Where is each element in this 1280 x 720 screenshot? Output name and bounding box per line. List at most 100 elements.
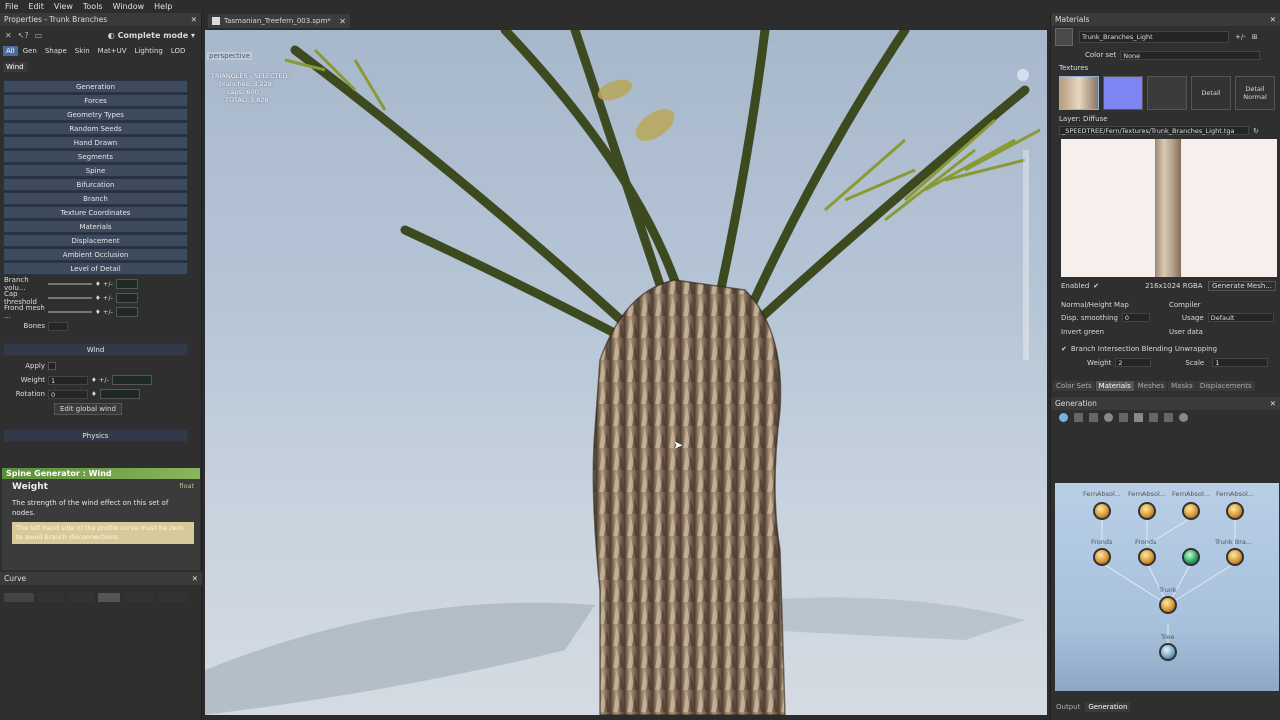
3d-viewport[interactable]: perspective TRIANGLES - SELECTED branche… xyxy=(205,30,1047,715)
curve-tool-icon[interactable] xyxy=(124,593,154,602)
section-branch[interactable]: Branch xyxy=(3,192,188,205)
scale-field[interactable]: 1 xyxy=(1212,358,1269,367)
branch-blend-checkbox[interactable]: ✔ xyxy=(1061,345,1067,353)
disp-smoothing-field[interactable]: 0 xyxy=(1121,313,1150,322)
enabled-checkbox[interactable]: ✔ xyxy=(1093,282,1099,290)
weight-curve[interactable] xyxy=(111,375,152,385)
tab-close-icon[interactable]: ✕ xyxy=(339,17,346,26)
fronds-node[interactable] xyxy=(1093,548,1111,566)
menu-window[interactable]: Window xyxy=(113,2,145,11)
section-hand-drawn[interactable]: Hand Drawn xyxy=(3,136,188,149)
document-tab[interactable]: Tasmanian_Treefern_003.spm* ✕ xyxy=(208,14,350,28)
curve-preview[interactable] xyxy=(115,307,138,317)
material-name-select[interactable]: Trunk_Branches_Light xyxy=(1079,31,1229,43)
tab-materials[interactable]: Materials xyxy=(1095,381,1134,391)
menu-tools[interactable]: Tools xyxy=(83,2,103,11)
generator-node[interactable] xyxy=(1226,502,1244,520)
materials-close-icon[interactable]: ✕ xyxy=(1270,15,1276,24)
curve-tool-icon[interactable] xyxy=(68,593,94,602)
gen-tool-icon[interactable] xyxy=(1164,413,1173,422)
collapse-icon[interactable]: ▭ xyxy=(35,31,43,40)
section-generation[interactable]: Generation xyxy=(3,80,188,93)
generator-node[interactable] xyxy=(1182,502,1200,520)
generation-close-icon[interactable]: ✕ xyxy=(1270,399,1276,408)
gen-tool-icon[interactable] xyxy=(1059,413,1068,422)
diffuse-texture-slot[interactable] xyxy=(1059,76,1099,110)
section-forces[interactable]: Forces xyxy=(3,94,188,107)
generator-node[interactable] xyxy=(1138,502,1156,520)
usage-select[interactable]: Default xyxy=(1207,313,1274,322)
wind-header[interactable]: Wind xyxy=(3,343,188,356)
curve-tool-icon[interactable] xyxy=(4,593,34,602)
physics-header[interactable]: Physics xyxy=(3,429,188,442)
tab-all[interactable]: All xyxy=(3,46,18,56)
tab-gen[interactable]: Gen xyxy=(20,46,40,56)
gen-tool-icon[interactable] xyxy=(1104,413,1113,422)
apply-checkbox[interactable] xyxy=(48,362,56,370)
rotation-curve[interactable] xyxy=(99,389,140,399)
texture-path-field[interactable]: _SPEEDTREE/Fern/Textures/Trunk_Branches_… xyxy=(1059,126,1249,135)
gen-tool-icon[interactable] xyxy=(1074,413,1083,422)
weight-field[interactable]: 1 xyxy=(48,375,88,385)
curve-preview[interactable] xyxy=(115,293,138,303)
curve-tool-icon[interactable] xyxy=(38,593,64,602)
tab-lod[interactable]: LOD xyxy=(168,46,189,56)
section-spine[interactable]: Spine xyxy=(3,164,188,177)
menu-help[interactable]: Help xyxy=(154,2,172,11)
tab-shape[interactable]: Shape xyxy=(42,46,70,56)
bones-field[interactable] xyxy=(48,321,68,331)
section-segments[interactable]: Segments xyxy=(3,150,188,163)
fronds-node[interactable] xyxy=(1138,548,1156,566)
tab-displacements[interactable]: Displacements xyxy=(1196,381,1255,391)
gen-tool-icon[interactable] xyxy=(1179,413,1188,422)
panel-close-icon[interactable]: ✕ xyxy=(191,15,197,24)
branch-volume-slider[interactable] xyxy=(48,283,92,285)
frond-mesh-slider[interactable] xyxy=(48,311,92,313)
tree-node[interactable] xyxy=(1159,643,1177,661)
section-materials[interactable]: Materials xyxy=(3,220,188,233)
cap-threshold-slider[interactable] xyxy=(48,297,92,299)
trunk-node[interactable] xyxy=(1159,596,1177,614)
detail-normal-texture-slot[interactable]: Detail Normal xyxy=(1235,76,1275,110)
mode-dropdown[interactable]: ◐ Complete mode ▾ xyxy=(108,31,195,40)
tab-wind[interactable]: Wind xyxy=(3,62,27,72)
section-level-of-detail[interactable]: Level of Detail xyxy=(3,262,188,275)
menu-view[interactable]: View xyxy=(54,2,73,11)
refresh-icon[interactable]: ↻ xyxy=(1253,127,1259,135)
generate-mesh-button[interactable]: Generate Mesh... xyxy=(1207,281,1276,291)
generation-graph[interactable]: FernAbsol... FernAbsol... FernAbsol... F… xyxy=(1055,483,1279,691)
tab-lighting[interactable]: Lighting xyxy=(132,46,166,56)
menu-file[interactable]: File xyxy=(5,2,18,11)
edit-global-wind-button[interactable]: Edit global wind xyxy=(54,403,122,415)
gen-tool-icon[interactable] xyxy=(1089,413,1098,422)
pointer-help-icon[interactable]: ↖? xyxy=(18,31,29,40)
material-options-icon[interactable]: ⊞ xyxy=(1252,33,1258,41)
material-add-icon[interactable]: +/- xyxy=(1235,33,1246,41)
curve-preview[interactable] xyxy=(115,279,138,289)
curve-close-icon[interactable]: ✕ xyxy=(192,574,198,583)
generator-node[interactable] xyxy=(1093,502,1111,520)
curve-tool-icon[interactable] xyxy=(98,593,120,602)
section-texture-coordinates[interactable]: Texture Coordinates xyxy=(3,206,188,219)
specular-texture-slot[interactable] xyxy=(1147,76,1187,110)
tab-mat-uv[interactable]: Mat+UV xyxy=(95,46,130,56)
section-random-seeds[interactable]: Random Seeds xyxy=(3,122,188,135)
gen-tool-icon[interactable] xyxy=(1119,413,1128,422)
tab-skin[interactable]: Skin xyxy=(72,46,93,56)
curve-tool-icon[interactable] xyxy=(158,593,188,602)
gen-tool-icon[interactable] xyxy=(1149,413,1158,422)
gen-tool-icon[interactable] xyxy=(1134,413,1143,422)
section-ambient-occlusion[interactable]: Ambient Occlusion xyxy=(3,248,188,261)
selected-branch-node[interactable] xyxy=(1182,548,1200,566)
tab-meshes[interactable]: Meshes xyxy=(1134,381,1168,391)
rotation-field[interactable]: 0 xyxy=(48,389,88,399)
color-set-select[interactable]: None xyxy=(1120,50,1261,60)
section-geometry-types[interactable]: Geometry Types xyxy=(3,108,188,121)
detail-texture-slot[interactable]: Detail xyxy=(1191,76,1231,110)
menu-edit[interactable]: Edit xyxy=(28,2,44,11)
normal-texture-slot[interactable] xyxy=(1103,76,1143,110)
invert-green-label[interactable]: Invert green xyxy=(1061,328,1169,336)
tool-icon[interactable]: ✕ xyxy=(5,31,12,40)
section-displacement[interactable]: Displacement xyxy=(3,234,188,247)
material-swatch-icon[interactable] xyxy=(1055,28,1073,46)
